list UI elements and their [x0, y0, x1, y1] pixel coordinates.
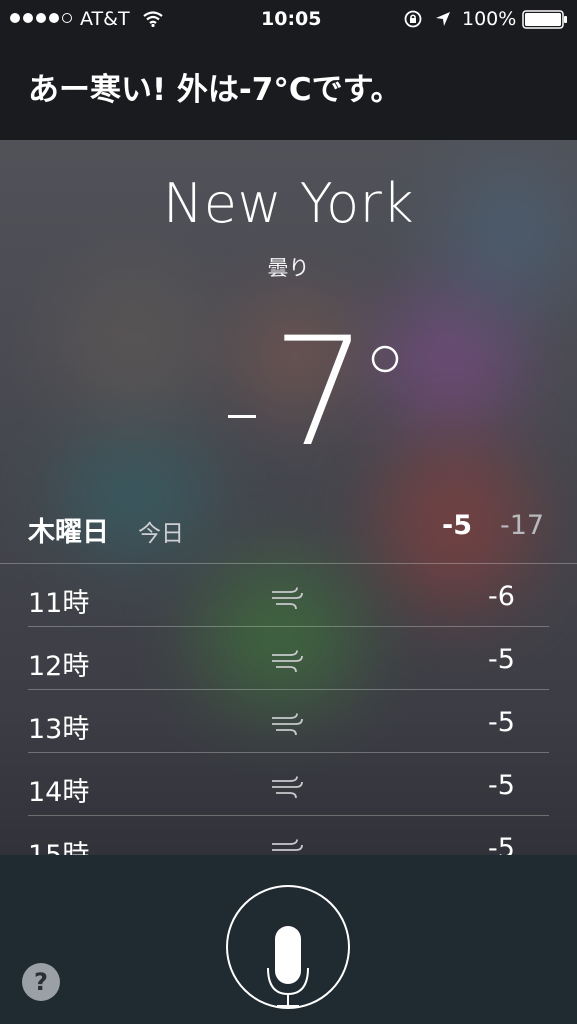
low-temp: -17: [500, 510, 545, 541]
hourly-row: 15時 -5: [0, 815, 577, 855]
hour-label: 11時: [28, 588, 90, 619]
current-temperature: 7: [220, 318, 420, 470]
hour-label: 13時: [28, 714, 90, 745]
siri-response-area: あー寒い! 外は-7°Cです。: [0, 38, 577, 140]
hourly-row: 12時 -5: [0, 626, 577, 689]
rotation-lock-icon: [404, 10, 422, 28]
hourly-row: 14時 -5: [0, 752, 577, 815]
hourly-forecast-list[interactable]: 11時 -6 12時 -5 13時 -5 14時 -5 -5: [0, 563, 577, 855]
location-arrow-icon: [436, 12, 450, 26]
wind-icon: [272, 776, 303, 799]
siri-response-text: あー寒い! 外は-7°Cです。: [28, 72, 402, 108]
degree-symbol-icon: [371, 345, 399, 373]
hourly-row: 13時 -5: [0, 689, 577, 752]
today-summary-row: 木曜日 今日 -5 -17: [0, 510, 577, 550]
battery-percent: 100%: [462, 8, 517, 30]
hour-label: 14時: [28, 777, 90, 808]
hour-temp: -5: [488, 644, 515, 675]
hour-temp: -5: [488, 833, 515, 855]
minus-sign: [228, 415, 256, 418]
weather-condition: 曇り: [267, 256, 310, 280]
wind-icon: [272, 650, 303, 673]
hourly-row: 11時 -6: [0, 563, 577, 626]
hour-temp: -5: [488, 707, 515, 738]
wind-icon: [272, 587, 303, 610]
hour-label: 15時: [28, 833, 89, 855]
help-button[interactable]: ?: [22, 963, 60, 1001]
wifi-icon: [143, 11, 163, 27]
signal-strength-icon: [10, 13, 72, 23]
day-name: 木曜日: [28, 517, 109, 548]
city-name: New York: [162, 172, 415, 235]
siri-control-bar: ?: [0, 855, 577, 1024]
status-bar: AT&T 10:05 100%: [0, 0, 577, 38]
battery-icon: [522, 10, 567, 29]
wind-icon: [272, 713, 303, 736]
microphone-button[interactable]: [226, 885, 350, 1009]
status-time: 10:05: [261, 8, 322, 30]
hour-temp: -6: [488, 581, 515, 612]
temperature-value: 7: [272, 306, 368, 480]
carrier-name: AT&T: [80, 8, 130, 30]
hour-label: 12時: [28, 651, 90, 682]
microphone-icon: [267, 926, 309, 1007]
today-label: 今日: [138, 521, 184, 547]
wind-icon: [272, 839, 303, 851]
hour-temp: -5: [488, 770, 515, 801]
high-temp: -5: [442, 510, 472, 541]
